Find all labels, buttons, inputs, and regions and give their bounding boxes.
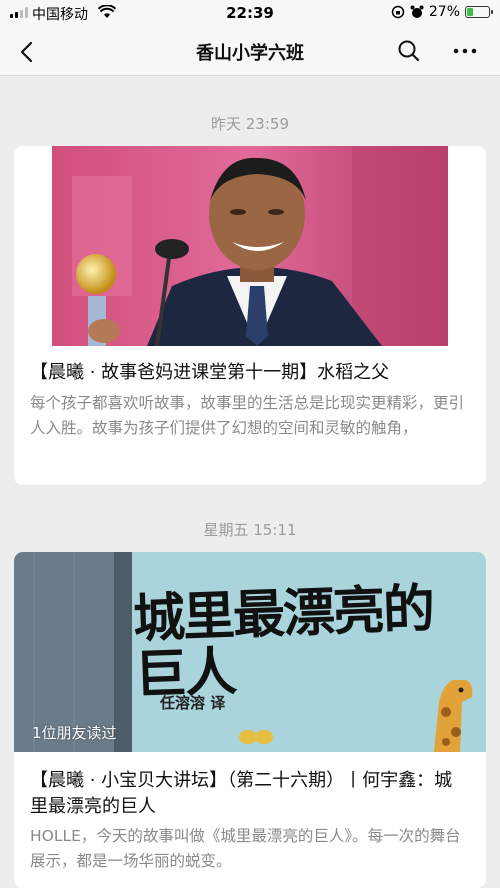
alarm-icon bbox=[410, 5, 424, 18]
article-cover-image[interactable]: 城里最漂亮的巨人 任溶溶 译 1位朋友读过 bbox=[14, 552, 486, 752]
battery-icon bbox=[465, 6, 493, 18]
article-card[interactable]: 城里最漂亮的巨人 任溶溶 译 1位朋友读过 【晨曦 · 小宝贝大讲坛】（第二十六… bbox=[14, 552, 486, 888]
search-icon[interactable] bbox=[396, 38, 422, 64]
status-bar: 中国移动 22:39 27% bbox=[0, 0, 500, 26]
article-cover-image[interactable] bbox=[52, 146, 448, 346]
page-title: 香山小学六班 bbox=[196, 43, 304, 64]
article-description: HOLLE，今天的故事叫做《城里最漂亮的巨人》。每一次的舞台展示，都是一场华丽的… bbox=[30, 827, 461, 870]
cover-title-text: 城里最漂亮的巨人 bbox=[132, 578, 435, 706]
article-title[interactable]: 【晨曦 · 故事爸妈进课堂第十一期】水稻之父 bbox=[30, 360, 470, 386]
friend-read-badge: 1位朋友读过 bbox=[32, 724, 117, 742]
timestamp: 星期五 15:11 bbox=[203, 521, 297, 539]
cover-author-text: 任溶溶 译 bbox=[160, 694, 226, 712]
battery-percent: 27% bbox=[428, 4, 460, 20]
article-description: 每个孩子都喜欢听故事，故事里的生活总是比现实更精彩，更引人入胜。故事为孩子们提供… bbox=[30, 394, 465, 437]
timestamp: 昨天 23:59 bbox=[211, 115, 289, 133]
more-icon[interactable] bbox=[452, 38, 478, 64]
battery-fill bbox=[467, 8, 473, 16]
article-title[interactable]: 【晨曦 · 小宝贝大讲坛】（第二十六期）丨何宇鑫：城里最漂亮的巨人 bbox=[30, 768, 470, 820]
nav-bar: 香山小学六班 bbox=[0, 26, 500, 76]
article-card[interactable]: 【晨曦 · 故事爸妈进课堂第十一期】水稻之父 每个孩子都喜欢听故事，故事里的生活… bbox=[14, 146, 486, 485]
rotation-lock-icon bbox=[391, 5, 405, 19]
